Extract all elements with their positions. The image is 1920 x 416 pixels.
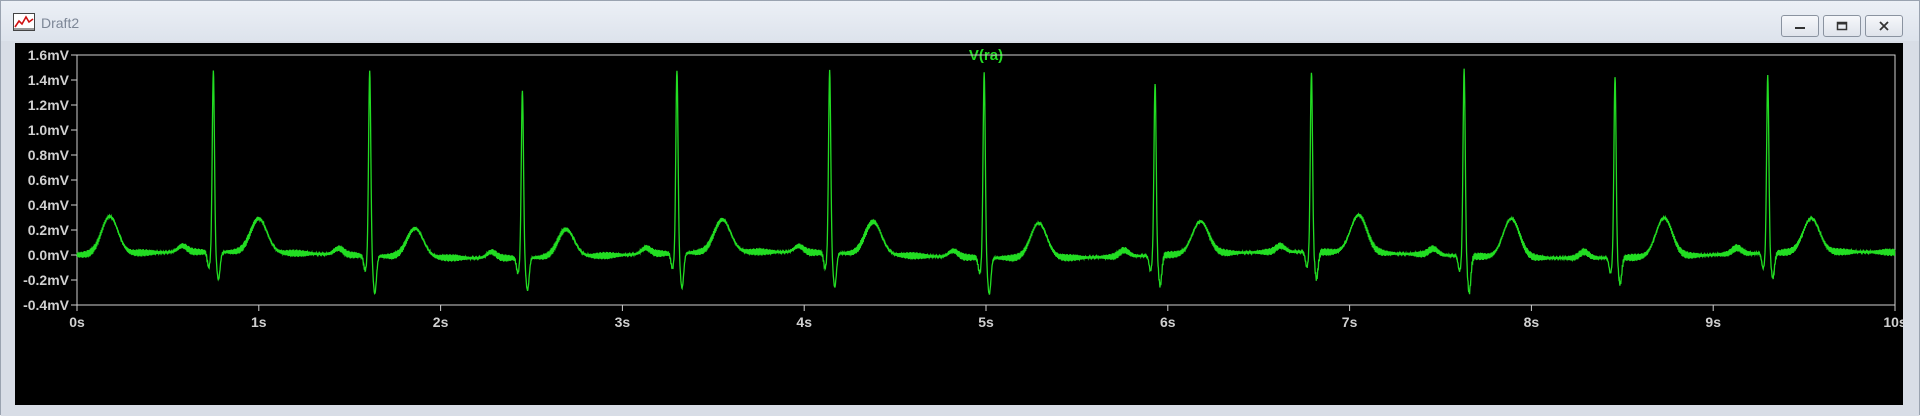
restore-button[interactable]: [1823, 15, 1861, 37]
y-tick-label: 0.2mV: [28, 222, 70, 238]
x-tick-label: 5s: [978, 314, 994, 330]
close-button[interactable]: [1865, 15, 1903, 37]
x-tick-label: 0s: [69, 314, 85, 330]
x-tick-label: 9s: [1705, 314, 1721, 330]
y-tick-label: 0.0mV: [28, 247, 70, 263]
y-tick-label: 1.4mV: [28, 72, 70, 88]
y-tick-label: -0.2mV: [23, 272, 70, 288]
waveform-plot[interactable]: V(ra) 1.6mV1.4mV1.2mV1.0mV0.8mV0.6mV0.4m…: [15, 43, 1903, 405]
close-icon: [1879, 21, 1889, 31]
y-tick-label: 0.6mV: [28, 172, 70, 188]
x-tick-label: 6s: [1160, 314, 1176, 330]
x-tick-label: 3s: [615, 314, 631, 330]
x-tick-label: 2s: [433, 314, 449, 330]
x-tick-label: 1s: [251, 314, 267, 330]
y-tick-label: 1.2mV: [28, 97, 70, 113]
y-tick-label: 0.4mV: [28, 197, 70, 213]
trace-v-ra[interactable]: [76, 68, 1896, 296]
minimize-icon: [1795, 27, 1805, 29]
x-tick-label: 8s: [1524, 314, 1540, 330]
window-bottom-border: [1, 405, 1919, 416]
window-title: Draft2: [41, 15, 80, 31]
waveform-icon: [13, 13, 35, 31]
minimize-button[interactable]: [1781, 15, 1819, 37]
x-tick-label: 4s: [796, 314, 812, 330]
plot-window: Draft2 V(ra) 1.6mV 1.4mV 1.2mV 1.0mV 0.8mV 0.…: [0, 0, 1920, 416]
waveform-plot-pane[interactable]: V(ra) 1.6mV 1.4mV 1.2mV 1.0mV 0.8mV 0.6mV 0.4m…: [15, 43, 1903, 405]
x-tick-label: 7s: [1342, 314, 1358, 330]
y-tick-label: 1.6mV: [28, 47, 70, 63]
y-tick-label: -0.4mV: [23, 297, 70, 313]
x-tick-label: 10s: [1883, 314, 1903, 330]
restore-icon: [1836, 21, 1848, 31]
window-titlebar[interactable]: Draft2: [1, 1, 1919, 41]
y-tick-label: 1.0mV: [28, 122, 70, 138]
y-tick-label: 0.8mV: [28, 147, 70, 163]
